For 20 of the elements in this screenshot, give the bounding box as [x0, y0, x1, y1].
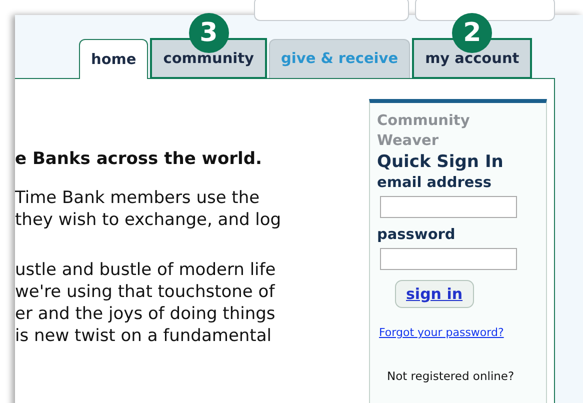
section-heading: e Banks across the world. — [15, 149, 263, 169]
header-button[interactable] — [415, 0, 555, 21]
brand-text: Weaver — [377, 132, 440, 151]
paragraph-line: Time Bank members use the — [15, 187, 261, 209]
callout-number-badge: 3 — [188, 13, 229, 53]
sign-in-button[interactable]: sign in — [395, 280, 474, 308]
field-label: email address — [377, 174, 493, 193]
input-field[interactable] — [380, 248, 517, 270]
paragraph-line: ustle and bustle of modern life — [15, 259, 277, 281]
paragraph-line: they wish to exchange, and log — [15, 209, 282, 231]
field-label: password — [377, 226, 456, 245]
nav-tab[interactable]: home — [79, 39, 148, 79]
register-text: Not registered online? — [386, 369, 516, 383]
forgot-password-link[interactable]: Forgot your password? — [377, 326, 539, 339]
panel-title: Quick Sign In — [377, 151, 504, 173]
paragraph-line: we're using that touchstone of — [15, 281, 276, 303]
paragraph-line: is new twist on a fundamental — [15, 325, 272, 347]
brand-text: Community — [377, 112, 471, 131]
input-field[interactable] — [380, 196, 517, 218]
paragraph-line: er and the joys of doing things — [15, 303, 276, 325]
